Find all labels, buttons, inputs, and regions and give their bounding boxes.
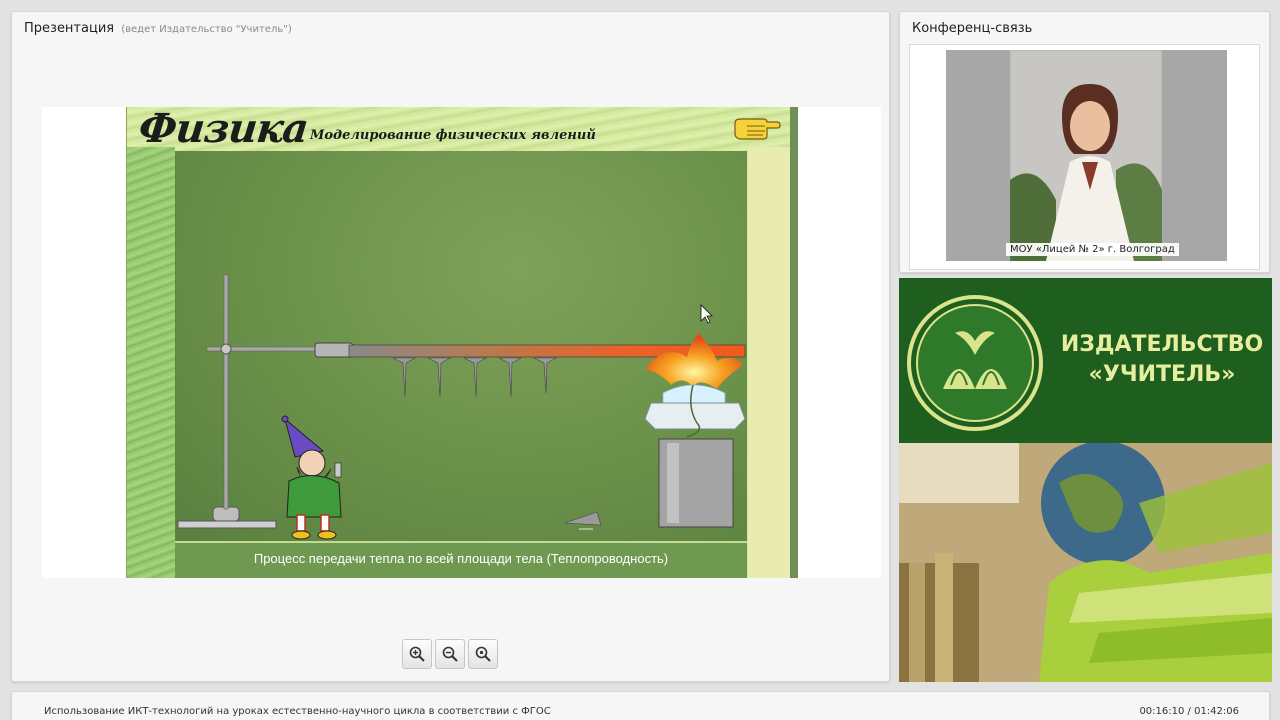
gnome-character	[281, 415, 342, 540]
participant-caption: МОУ «Лицей № 2» г. Волгоград	[1006, 243, 1179, 256]
presentation-panel: Презентация (ведет Издательство "Учитель…	[11, 11, 890, 682]
zoom-out-button[interactable]	[435, 639, 465, 669]
stand-base	[177, 520, 277, 529]
slide-caption: Процесс передачи тепла по всей площади т…	[253, 551, 669, 566]
status-bar: Использование ИКТ-технологий на уроках е…	[11, 691, 1270, 720]
zoom-reset-button[interactable]	[468, 639, 498, 669]
zoom-in-icon	[409, 646, 425, 662]
flame	[645, 333, 743, 389]
bar-clamp	[314, 342, 354, 358]
publisher-header: ИЗДАТЕЛЬСТВО «УЧИТЕЛЬ»	[899, 278, 1272, 443]
presentation-title: Презентация	[24, 21, 115, 36]
zoom-in-button[interactable]	[402, 639, 432, 669]
fallen-nail	[564, 511, 602, 526]
stand-clamp	[220, 343, 232, 355]
publisher-name-line1: ИЗДАТЕЛЬСТВО	[1060, 332, 1264, 357]
zoom-reset-icon	[475, 646, 491, 662]
nail-5	[533, 357, 558, 394]
slide-caption-bar: Процесс передачи тепла по всей площади т…	[175, 541, 747, 578]
presenter-note: (ведет Издательство "Учитель")	[121, 24, 292, 35]
publisher-name: ИЗДАТЕЛЬСТВО «УЧИТЕЛЬ»	[1057, 330, 1267, 390]
nail-2	[427, 357, 452, 398]
video-container[interactable]: МОУ «Лицей № 2» г. Волгоград	[909, 44, 1260, 270]
stand-rod	[223, 274, 229, 510]
zoom-out-icon	[442, 646, 458, 662]
mouse-cursor	[700, 304, 713, 324]
conference-title: Конференц-связь	[912, 21, 1033, 36]
nail-1	[392, 357, 417, 398]
playback-time: 00:16:10 / 01:42:06	[1139, 706, 1239, 717]
course-title: Использование ИКТ-технологий на уроках е…	[44, 706, 551, 717]
publisher-banner: ИЗДАТЕЛЬСТВО «УЧИТЕЛЬ»	[899, 278, 1272, 682]
zoom-controls	[402, 639, 499, 669]
metal-bar	[348, 344, 746, 358]
conference-panel: Конференц-связь МОУ «Лицей № 2» г. Волго…	[899, 11, 1270, 273]
publisher-logo-icon	[907, 295, 1043, 431]
participant-image	[946, 50, 1227, 261]
publisher-photo	[899, 441, 1272, 682]
nail-3	[463, 357, 488, 398]
heat-conduction-animation	[177, 274, 746, 540]
nail-4	[498, 357, 523, 398]
participant-video[interactable]: МОУ «Лицей № 2» г. Волгоград	[946, 50, 1227, 261]
slide-viewport[interactable]: Физика Моделирование физических явлений	[42, 107, 881, 578]
slide: Физика Моделирование физических явлений	[126, 107, 798, 578]
books-globe-image	[899, 441, 1272, 682]
publisher-name-line2: «УЧИТЕЛЬ»	[1088, 362, 1236, 387]
presentation-header: Презентация (ведет Издательство "Учитель…	[24, 21, 292, 36]
burner-cap	[644, 402, 746, 430]
